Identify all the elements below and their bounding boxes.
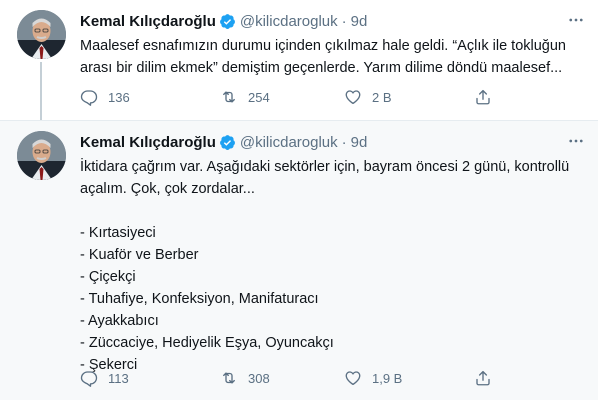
author-handle[interactable]: @kilicdarogluk xyxy=(240,134,338,151)
share-button[interactable] xyxy=(474,368,492,388)
list-item: - Tuhafiye, Konfeksiyon, Manifaturacı xyxy=(80,291,319,307)
reply-count: 136 xyxy=(108,89,130,105)
like-count: 1,9 B xyxy=(372,370,403,386)
tweet[interactable]: Kemal Kılıçdaroğlu @kilicdarogluk · 9d İ… xyxy=(0,120,598,400)
tweet-text-line: İktidara çağrım var. Aşağıdaki sektörler… xyxy=(80,159,570,175)
retweet-count: 254 xyxy=(248,89,270,105)
list-item: - Kuaför ve Berber xyxy=(80,247,199,263)
more-dots-icon[interactable] xyxy=(564,10,588,30)
list-item: - Kırtasiyeci xyxy=(80,225,156,241)
avatar[interactable] xyxy=(17,10,66,59)
tweet-text: Maalesef esnafımızın durumu içinden çıkı… xyxy=(80,35,585,79)
tweet-text-line: Maalesef esnafımızın durumu içinden çıkı… xyxy=(80,38,566,54)
avatar[interactable] xyxy=(17,131,66,180)
like-heart-icon xyxy=(344,88,362,106)
verified-badge-icon xyxy=(219,134,236,151)
retweet-icon xyxy=(220,369,238,387)
like-button[interactable]: 1,9 B xyxy=(344,368,474,388)
author-name[interactable]: Kemal Kılıçdaroğlu xyxy=(80,13,216,30)
separator-dot: · xyxy=(341,133,347,151)
reply-count: 113 xyxy=(108,370,129,386)
share-button[interactable] xyxy=(474,87,492,107)
retweet-count: 308 xyxy=(248,370,270,386)
author-handle[interactable]: @kilicdarogluk xyxy=(240,13,338,30)
tweet-text-line: arası bir dilim ekmek” demiştim geçenler… xyxy=(80,60,563,76)
tweet-header: Kemal Kılıçdaroğlu @kilicdarogluk · 9d xyxy=(80,132,367,152)
separator-dot: · xyxy=(341,12,347,30)
tweet-header: Kemal Kılıçdaroğlu @kilicdarogluk · 9d xyxy=(80,11,367,31)
share-icon xyxy=(474,369,492,387)
tweet-thread: Kemal Kılıçdaroğlu @kilicdarogluk · 9d M… xyxy=(0,0,598,400)
tweet-text: İktidara çağrım var. Aşağıdaki sektörler… xyxy=(80,156,585,376)
retweet-button[interactable]: 308 xyxy=(220,368,344,388)
reply-icon xyxy=(80,369,98,387)
like-button[interactable]: 2 B xyxy=(344,87,474,107)
reply-button[interactable]: 113 xyxy=(80,368,220,388)
list-item: - Çiçekçi xyxy=(80,269,136,285)
verified-badge-icon xyxy=(219,13,236,30)
reply-icon xyxy=(80,88,98,106)
author-name[interactable]: Kemal Kılıçdaroğlu xyxy=(80,134,216,151)
tweet-text-line: açalım. Çok, çok zordalar... xyxy=(80,181,255,197)
tweet-time[interactable]: 9d xyxy=(351,134,368,151)
list-item: - Ayakkabıcı xyxy=(80,313,159,329)
tweet-actions: 113 308 1,9 B xyxy=(80,368,492,388)
retweet-button[interactable]: 254 xyxy=(220,87,344,107)
tweet-time[interactable]: 9d xyxy=(351,13,368,30)
tweet[interactable]: Kemal Kılıçdaroğlu @kilicdarogluk · 9d M… xyxy=(0,0,598,124)
reply-button[interactable]: 136 xyxy=(80,87,220,107)
thread-connector-line xyxy=(40,62,42,124)
like-heart-icon xyxy=(344,369,362,387)
tweet-text-line xyxy=(80,200,585,222)
list-item: - Züccaciye, Hediyelik Eşya, Oyuncakçı xyxy=(80,335,334,351)
more-dots-icon[interactable] xyxy=(564,131,588,151)
share-icon xyxy=(474,88,492,106)
retweet-icon xyxy=(220,88,238,106)
like-count: 2 B xyxy=(372,89,392,105)
tweet-actions: 136 254 2 B xyxy=(80,87,492,107)
